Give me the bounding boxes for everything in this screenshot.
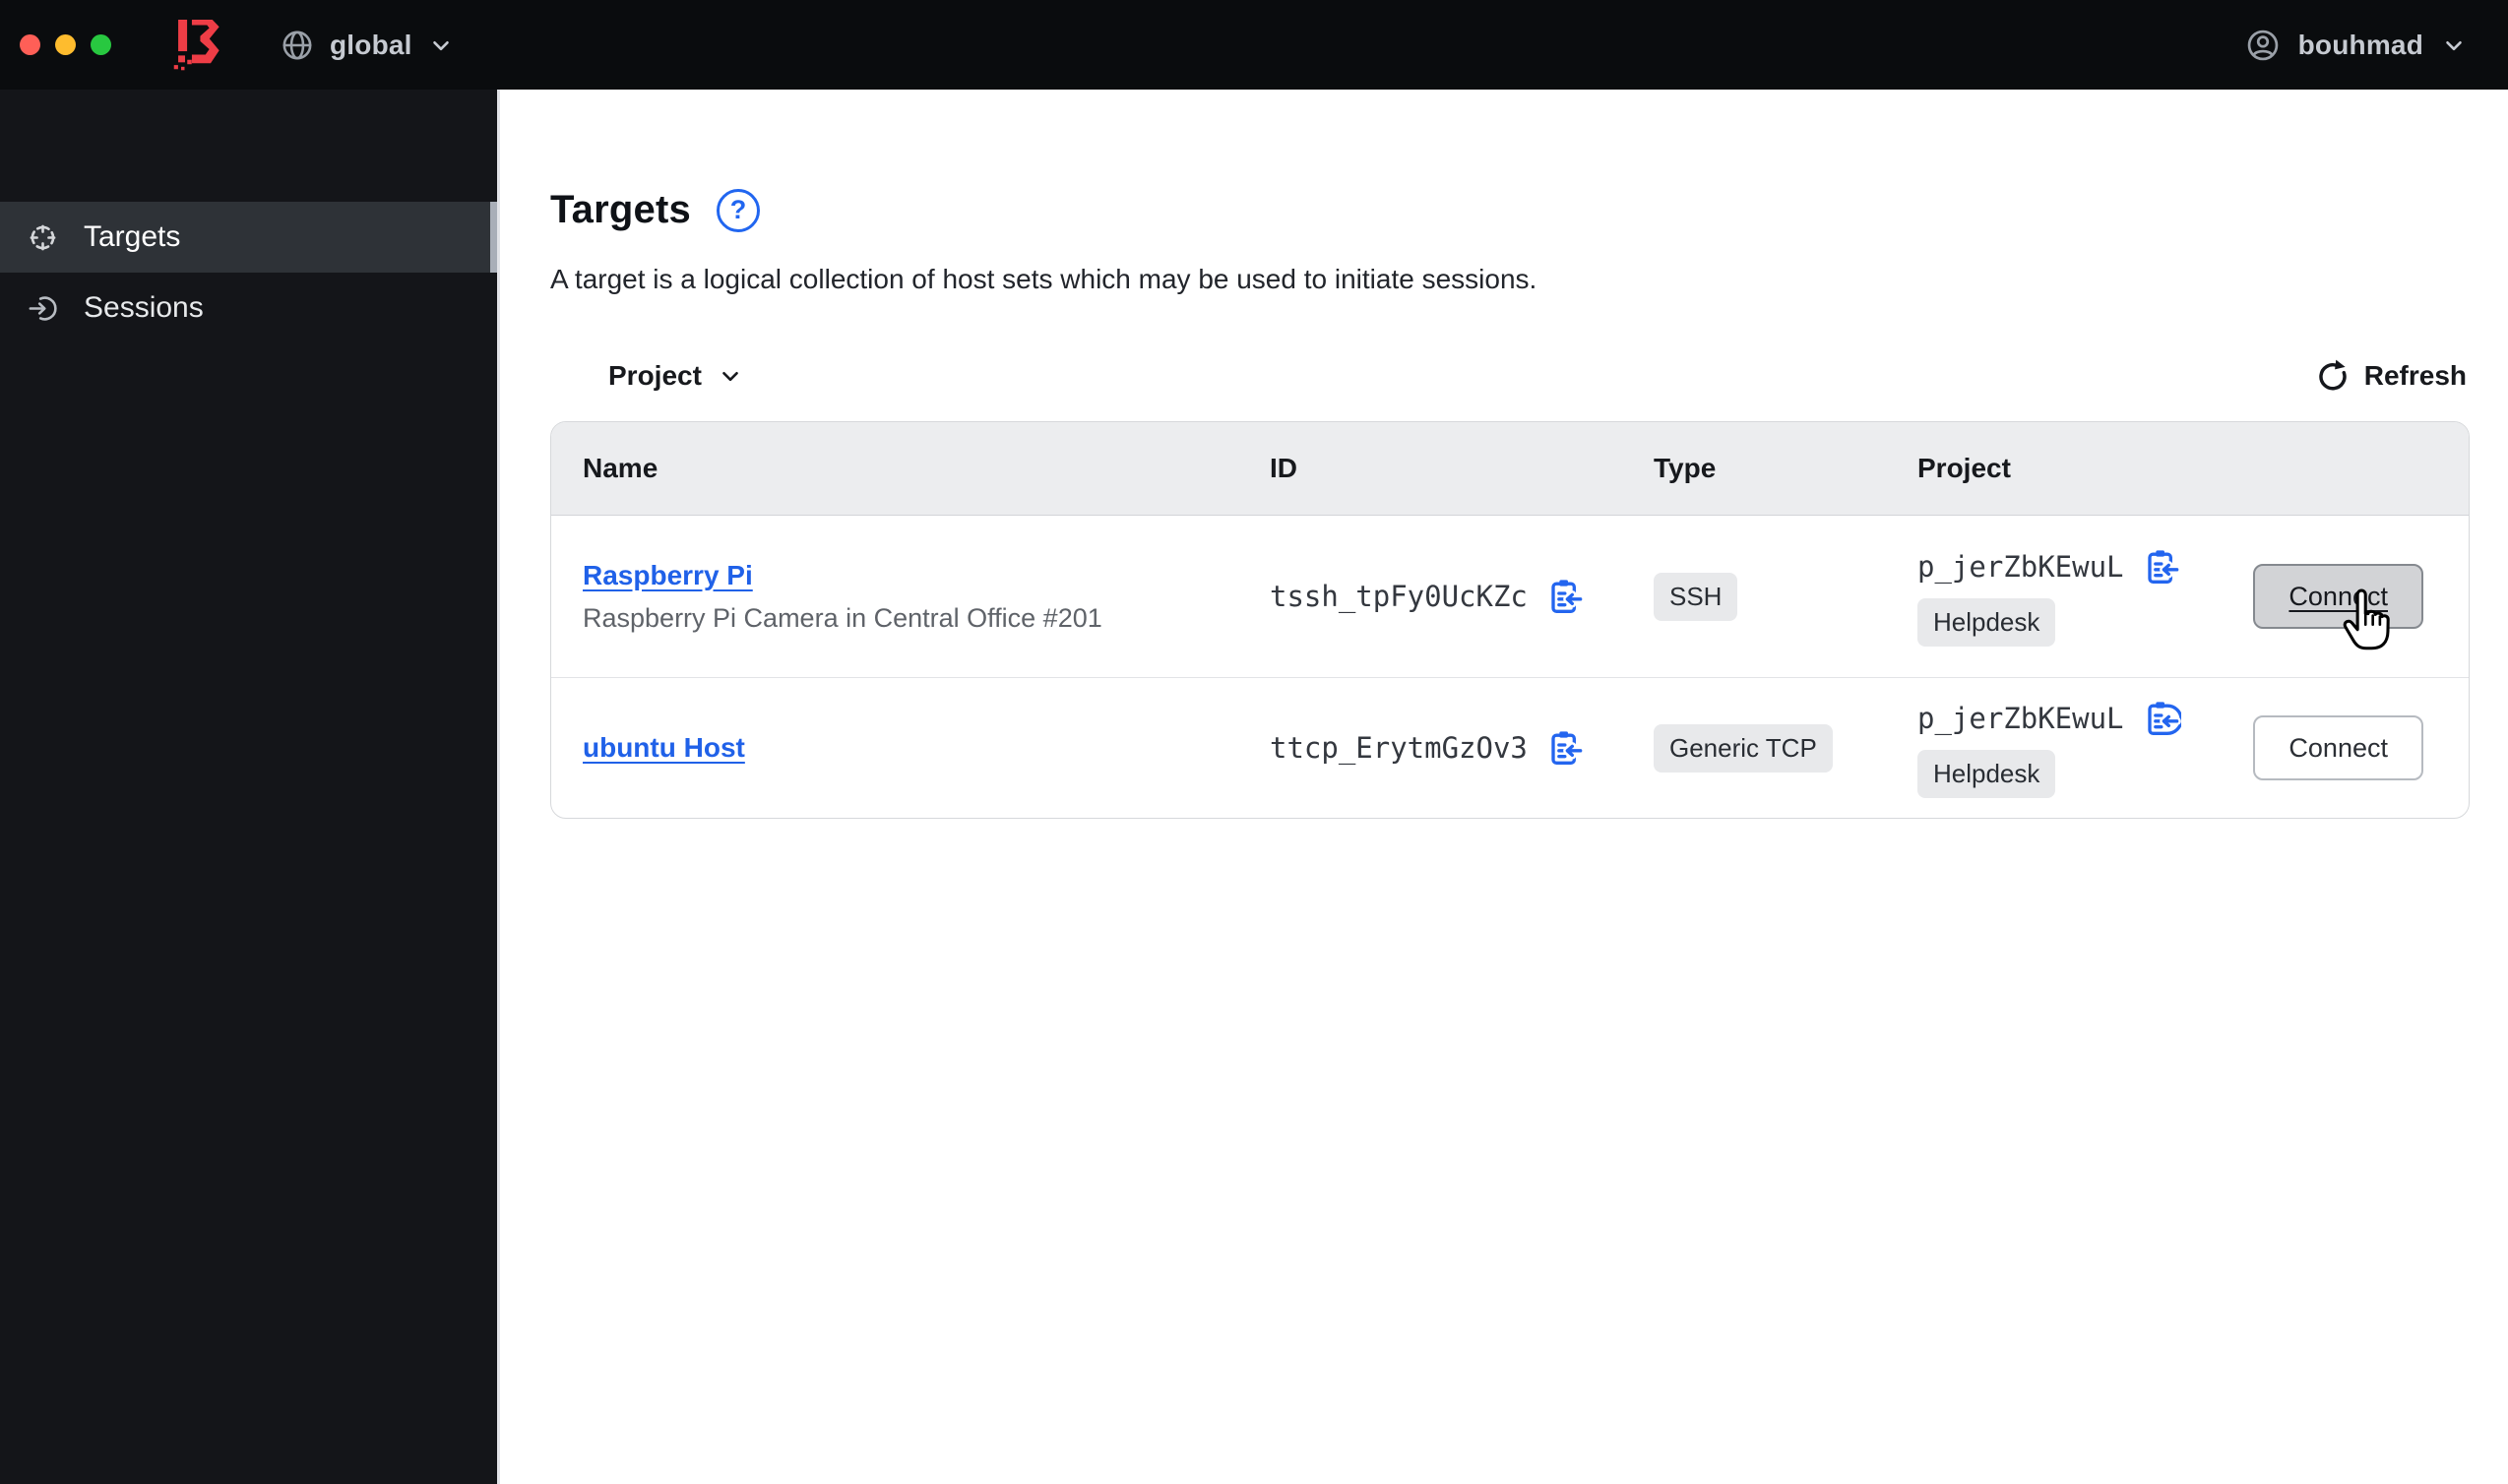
project-id: p_jerZbKEwuL: [1917, 549, 2124, 584]
sidebar: Targets Sessions: [0, 90, 500, 1484]
target-id: ttcp_ErytmGzOv3: [1270, 731, 1528, 765]
page-title: Targets: [550, 188, 691, 231]
user-icon: [2247, 30, 2278, 60]
toolbar: Project Refresh: [550, 347, 2467, 404]
refresh-label: Refresh: [2363, 360, 2467, 391]
project-filter-label: Project: [608, 360, 702, 391]
connect-button[interactable]: Connect: [2253, 564, 2423, 629]
window-controls: [20, 34, 111, 55]
user-menu[interactable]: bouhmad: [2245, 28, 2467, 63]
targets-table: Name ID Type Project Raspberry Pi Raspbe…: [550, 421, 2470, 819]
target-description: Raspberry Pi Camera in Central Office #2…: [583, 602, 1102, 633]
target-type-badge: SSH: [1654, 572, 1738, 621]
column-header-type: Type: [1654, 453, 1717, 483]
project-name-badge: Helpdesk: [1917, 749, 2056, 798]
target-crosshair-icon: [30, 224, 56, 250]
refresh-icon: [2318, 359, 2347, 391]
table-row: Raspberry Pi Raspberry Pi Camera in Cent…: [551, 516, 2469, 677]
page-description: A target is a logical collection of host…: [550, 264, 1537, 294]
column-header-id: ID: [1270, 453, 1297, 483]
column-header-name: Name: [583, 453, 658, 483]
table-header-row: Name ID Type Project: [551, 422, 2469, 516]
copy-target-id-icon[interactable]: [1545, 728, 1585, 768]
copy-project-id-icon[interactable]: [2142, 547, 2181, 587]
session-login-icon: [29, 295, 57, 321]
zoom-window-button[interactable]: [91, 34, 111, 55]
scope-label: global: [330, 29, 412, 60]
target-name-link[interactable]: Raspberry Pi: [583, 560, 1266, 591]
project-filter-dropdown[interactable]: Project: [608, 360, 743, 392]
sidebar-item-sessions[interactable]: Sessions: [0, 273, 497, 343]
column-header-project: Project: [1917, 453, 2011, 483]
close-window-button[interactable]: [20, 34, 40, 55]
boundary-logo-icon: [173, 19, 219, 70]
page-header: Targets ?: [550, 188, 760, 232]
help-icon[interactable]: ?: [716, 188, 760, 232]
chevron-down-icon: [2446, 40, 2462, 50]
copy-project-id-icon[interactable]: [2142, 699, 2181, 738]
project-id: p_jerZbKEwuL: [1917, 701, 2124, 735]
main-content: Targets ? A target is a logical collecti…: [503, 90, 2508, 1484]
connect-button[interactable]: Connect: [2253, 715, 2423, 780]
username-label: bouhmad: [2297, 29, 2423, 60]
copy-target-id-icon[interactable]: [1545, 577, 1585, 616]
sidebar-item-label: Targets: [84, 220, 181, 253]
sidebar-item-targets[interactable]: Targets: [0, 202, 497, 273]
chevron-down-icon: [722, 371, 738, 382]
sidebar-item-label: Sessions: [84, 291, 204, 324]
project-name-badge: Helpdesk: [1917, 597, 2056, 647]
target-name-link[interactable]: ubuntu Host: [583, 732, 1266, 764]
refresh-button[interactable]: Refresh: [2315, 358, 2467, 394]
boundary-desktop-window: global bouhmad Targets Sessions Targets …: [0, 0, 2508, 1484]
scope-picker[interactable]: global: [281, 29, 454, 62]
target-type-badge: Generic TCP: [1654, 723, 1833, 773]
table-row: ubuntu Host ttcp_ErytmGzOv3 Generic TCP …: [551, 677, 2469, 818]
minimize-window-button[interactable]: [55, 34, 76, 55]
chevron-down-icon: [432, 40, 449, 50]
target-id: tssh_tpFy0UcKZc: [1270, 580, 1528, 613]
globe-icon: [282, 31, 312, 59]
titlebar: global bouhmad: [0, 0, 2508, 90]
